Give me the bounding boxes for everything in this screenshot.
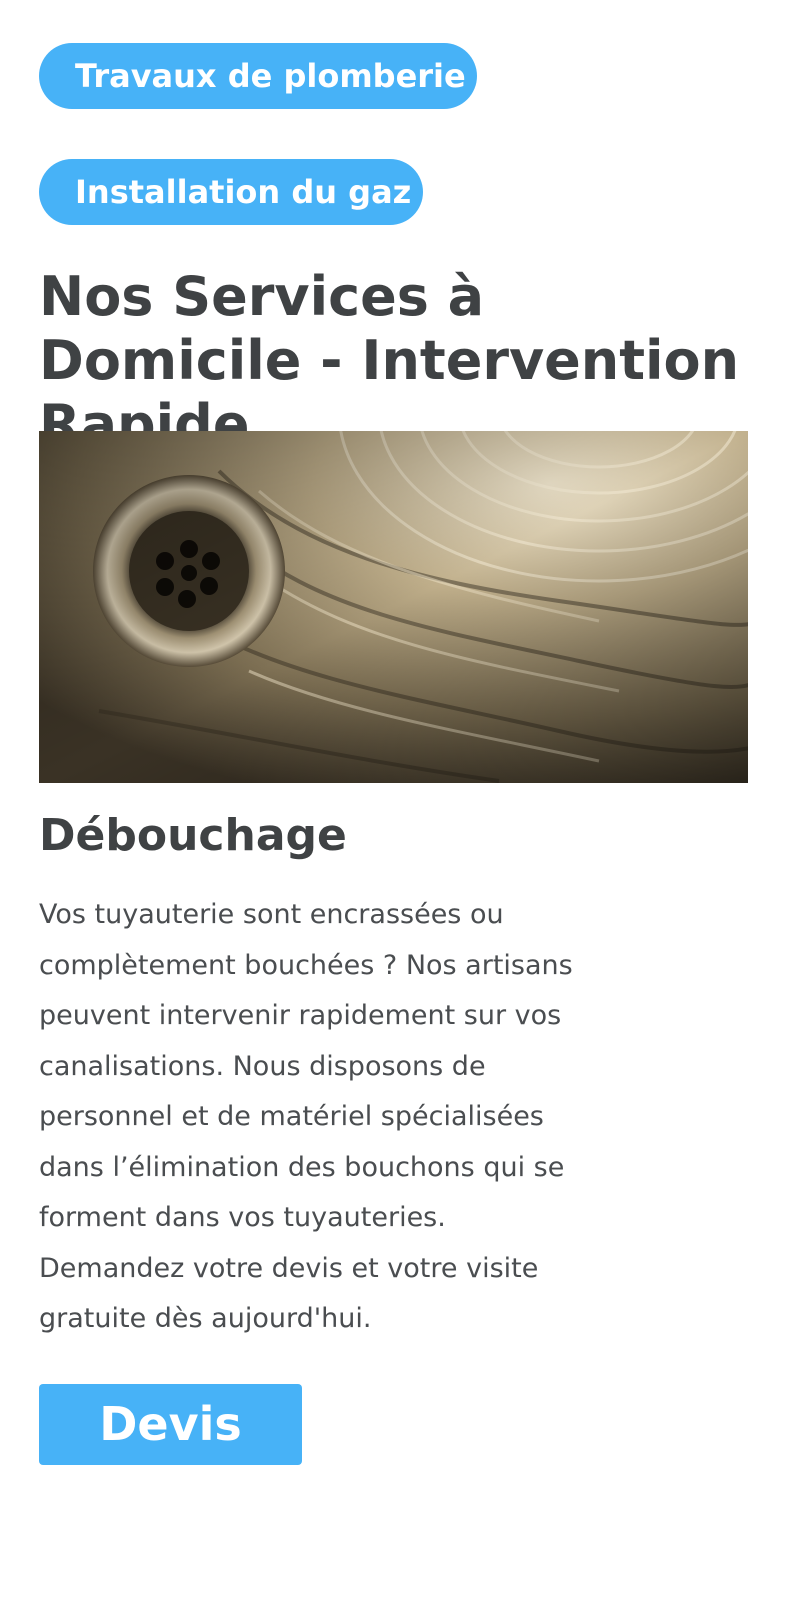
- description-line: peuvent intervenir rapidement sur vos: [39, 1000, 562, 1031]
- description-line: complètement bouchées ? Nos artisans: [39, 949, 573, 981]
- description-line: dans l’élimination des bouchons qui se: [39, 1151, 565, 1183]
- description-line: Demandez votre devis et votre visite: [39, 1252, 539, 1284]
- drain-image: [39, 431, 748, 783]
- devis-button[interactable]: Devis: [39, 1384, 302, 1465]
- service-title: Débouchage: [39, 810, 347, 861]
- page-title: Nos Services à Domicile - Intervention R…: [39, 265, 740, 456]
- description-line: canalisations. Nous disposons de: [39, 1050, 486, 1082]
- tag-gaz-link[interactable]: Installation du gaz: [39, 159, 423, 225]
- drain-photo-illustration: [39, 431, 748, 783]
- description-line: Vos tuyauterie sont encrassées ou: [39, 899, 504, 930]
- service-description: Vos tuyauterie sont encrassées ou complè…: [39, 890, 639, 1345]
- description-line: personnel et de matériel spécialisées: [39, 1101, 544, 1132]
- description-line: gratuite dès aujourd'hui.: [39, 1303, 372, 1334]
- tag-plomberie-link[interactable]: Travaux de plomberie: [39, 43, 477, 109]
- description-line: forment dans vos tuyauteries.: [39, 1202, 446, 1233]
